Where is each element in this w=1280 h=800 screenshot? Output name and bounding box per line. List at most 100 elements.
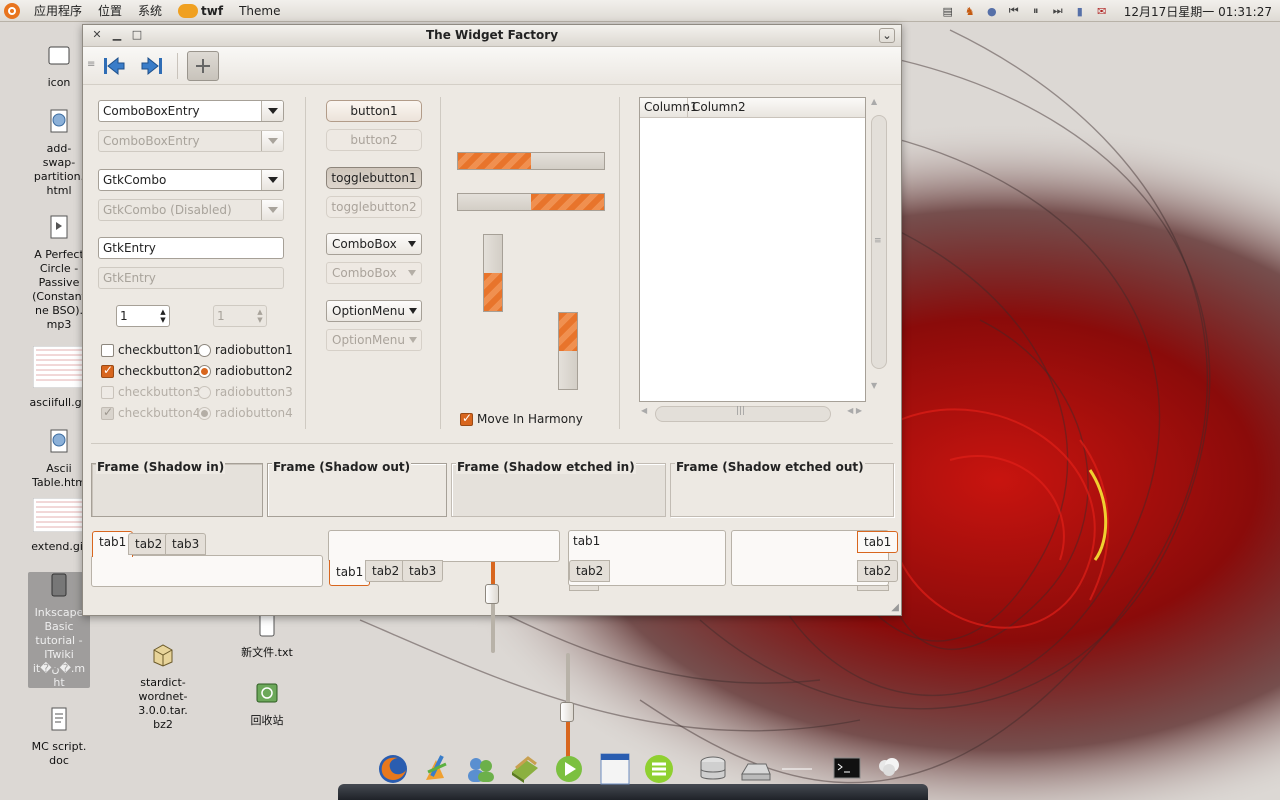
notebook-left-tab2[interactable]: tab2 (569, 560, 611, 582)
notes-icon[interactable] (642, 752, 676, 786)
button2: button2 (326, 129, 422, 151)
frame-shadow-in: Frame (Shadow in) (91, 460, 263, 517)
checkbox-disabled (101, 385, 114, 399)
radiobutton1[interactable]: radiobutton1 (198, 343, 293, 357)
desktop-icon-extend-gif[interactable]: extend.gif (28, 497, 90, 554)
column2-header[interactable]: Column2 (688, 98, 865, 117)
desktop-icon-label: MC script. doc (31, 740, 87, 767)
frame-label: Frame (Shadow out) (272, 460, 412, 474)
chevron-down-icon[interactable] (261, 170, 283, 190)
user-alert-icon[interactable]: ♞ (962, 3, 978, 19)
combobox[interactable]: ComboBox (326, 233, 422, 255)
checkbox-unchecked[interactable] (101, 343, 114, 357)
paint-icon[interactable] (420, 752, 454, 786)
desktop-icon-trash[interactable]: 回收站 (236, 680, 298, 728)
horizontal-scrollbar[interactable]: ◀ ||| ◀ ▶ (639, 405, 866, 423)
scrollbar-thumb[interactable]: ||| (655, 406, 831, 422)
desktop-icon-inkscape-tutorial[interactable]: Inkscape Basic tutorial - ITwiki it�ن�.m… (28, 572, 90, 689)
window-icon[interactable] (598, 752, 632, 786)
firefox-icon[interactable] (376, 752, 410, 786)
move-in-harmony-check[interactable]: Move In Harmony (460, 411, 583, 426)
battery-icon[interactable]: ▮ (1072, 3, 1088, 19)
window-menu-icon[interactable]: ⌄ (879, 28, 895, 43)
scroll-right-icon[interactable]: ◀ ▶ (847, 406, 862, 415)
disk-icon[interactable] (696, 752, 730, 786)
desktop-icon-mp3[interactable]: A Perfect Circle - Passive (Constant ne … (28, 214, 90, 332)
scroll-down-icon[interactable]: ▼ (871, 381, 877, 390)
radiobutton2[interactable]: radiobutton2 (198, 364, 293, 378)
desktop-icon-mc-script[interactable]: MC script. doc (28, 706, 90, 768)
desktop-icon-new-txt[interactable]: 新文件.txt (236, 612, 298, 660)
go-last-button[interactable] (137, 53, 167, 79)
desktop-icon-gif[interactable]: asciifull.gif (28, 345, 90, 410)
notebook-left-tab1[interactable]: tab1 (567, 531, 606, 553)
checkbutton1[interactable]: checkbutton1 (101, 343, 200, 357)
notebook-right-tab3-partial[interactable] (857, 585, 889, 591)
menu-places[interactable]: 位置 (90, 0, 130, 22)
radiobutton3-label: radiobutton3 (215, 385, 293, 399)
notebook-bottom-tab2[interactable]: tab2 (365, 560, 407, 582)
theme-launcher[interactable]: Theme (231, 0, 288, 22)
desktop-icon-ascii-table[interactable]: Ascii Table.htm (28, 428, 90, 490)
vertical-scrollbar[interactable]: ▲ ≡ ▼ (870, 97, 888, 402)
network-icon[interactable]: ✉ (1094, 3, 1110, 19)
toolbar: ≡ (83, 47, 901, 85)
notebook-bottom-tab3[interactable]: tab3 (402, 560, 444, 582)
treeview[interactable]: Column1 Column2 (639, 97, 866, 402)
notebook-right-tab1[interactable]: tab1 (857, 531, 899, 553)
previous-track-icon[interactable]: ⏮ (1006, 3, 1022, 19)
resize-grip-icon[interactable]: ◢ (891, 602, 899, 613)
notebook-left-tab3-partial[interactable] (569, 585, 599, 591)
messenger-icon[interactable] (464, 752, 498, 786)
desktop-icon-stardict[interactable]: stardict- wordnet- 3.0.0.tar. bz2 (132, 642, 194, 732)
checkbutton2[interactable]: checkbutton2 (101, 363, 200, 378)
next-track-icon[interactable]: ⏭ (1050, 3, 1066, 19)
drive-icon[interactable] (738, 752, 772, 786)
desktop-icon-html[interactable]: add- swap- partition. html (28, 108, 90, 198)
user-icon[interactable]: ● (984, 3, 1000, 19)
books-icon[interactable] (508, 752, 542, 786)
slider-knob[interactable] (485, 584, 499, 604)
column-separator (619, 97, 620, 429)
checkbox-checked[interactable] (460, 411, 473, 426)
go-first-button[interactable] (99, 53, 129, 79)
add-button[interactable] (187, 51, 219, 81)
scroll-up-icon[interactable]: ▲ (871, 97, 877, 106)
checkbox-checked[interactable] (101, 363, 114, 378)
weather-icon[interactable] (872, 752, 906, 786)
slider-knob[interactable] (560, 702, 574, 722)
menu-system[interactable]: 系统 (130, 0, 170, 22)
scroll-left-icon[interactable]: ◀ (641, 406, 647, 415)
togglebutton1[interactable]: togglebutton1 (326, 167, 422, 189)
media-player-icon[interactable] (552, 752, 586, 786)
chevron-down-icon[interactable] (405, 308, 421, 314)
scrollbar-thumb[interactable]: ≡ (871, 115, 887, 369)
comboboxentry-disabled-value: ComboBoxEntry (103, 134, 200, 148)
pause-icon[interactable]: ⏸ (1028, 3, 1044, 19)
titlebar[interactable]: ✕ ▁ □ The Widget Factory ⌄ (83, 25, 901, 47)
notebook-top-tab2[interactable]: tab2 (128, 533, 170, 555)
optionmenu[interactable]: OptionMenu (326, 300, 422, 322)
terminal-icon[interactable] (830, 752, 864, 786)
column1-header[interactable]: Column1 (640, 98, 698, 117)
radio-selected[interactable] (198, 364, 211, 378)
desktop-icon-folder[interactable]: icon (28, 42, 90, 90)
notebook-right-tab2[interactable]: tab2 (857, 560, 899, 582)
monitor-icon[interactable]: ▤ (940, 3, 956, 19)
spinbutton[interactable]: 1 ▲ ▼ (116, 305, 170, 327)
chevron-down-icon[interactable] (403, 241, 421, 247)
twf-launcher[interactable]: twf (170, 3, 231, 18)
button1[interactable]: button1 (326, 100, 422, 122)
notebook-top-tab3[interactable]: tab3 (165, 533, 207, 555)
menu-applications[interactable]: 应用程序 (26, 0, 90, 22)
comboboxentry[interactable]: ComboBoxEntry (98, 100, 284, 122)
gtkentry[interactable]: GtkEntry (98, 237, 284, 259)
radio-unselected[interactable] (198, 343, 211, 357)
toolbar-grip-icon[interactable]: ≡ (87, 59, 95, 70)
panel-clock[interactable]: 12月17日星期一 01:31:27 (1124, 3, 1272, 20)
chevron-down-icon[interactable] (261, 101, 283, 121)
spin-arrows-icon[interactable]: ▲ ▼ (157, 306, 169, 326)
radiobutton2-label: radiobutton2 (215, 364, 293, 378)
gtkcombo[interactable]: GtkCombo (98, 169, 284, 191)
ubuntu-logo-icon[interactable] (4, 2, 20, 19)
